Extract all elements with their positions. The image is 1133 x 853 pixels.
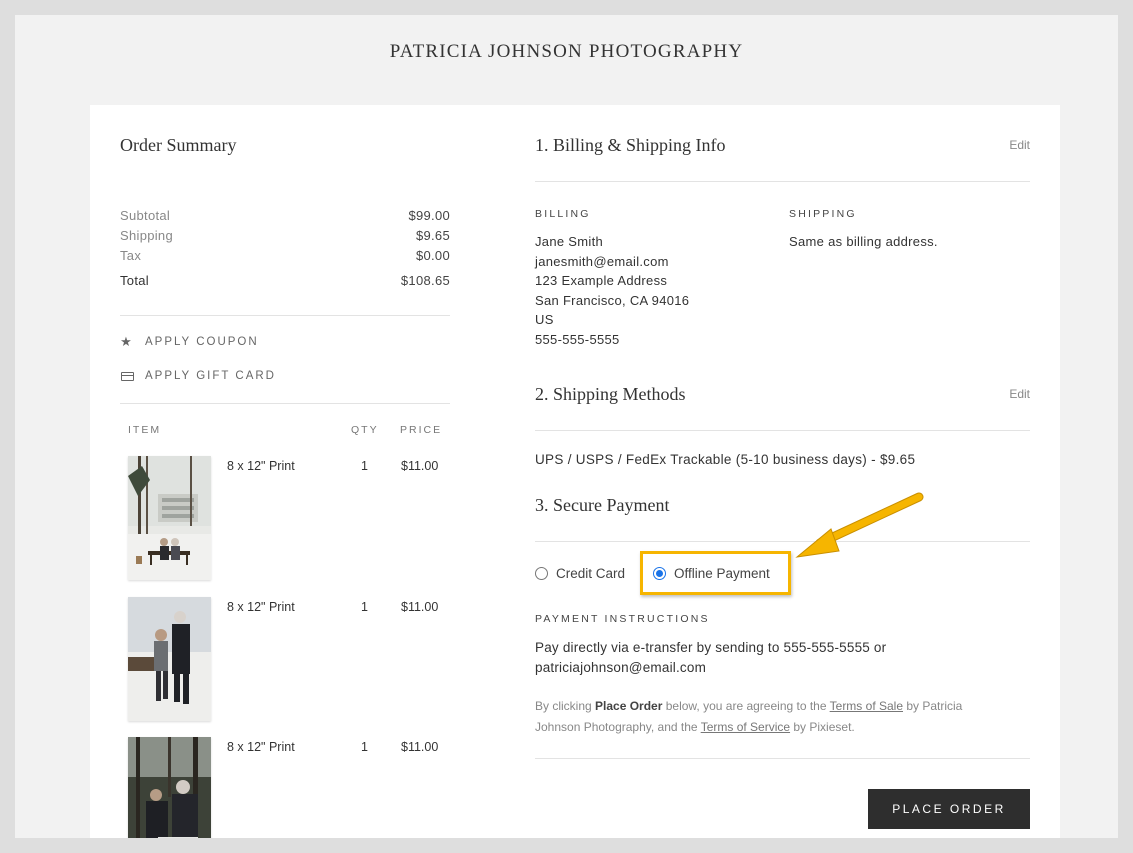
item-name: 8 x 12" Print xyxy=(227,740,295,754)
order-summary-title: Order Summary xyxy=(120,135,237,155)
shipping-row: Shipping $9.65 xyxy=(120,228,450,243)
tax-row: Tax $0.00 xyxy=(120,248,450,263)
item-price: $11.00 xyxy=(401,600,439,614)
item-qty: 1 xyxy=(361,600,368,614)
credit-card-label: Credit Card xyxy=(556,566,626,581)
brand-title: PATRICIA JOHNSON PHOTOGRAPHY xyxy=(389,41,744,62)
billing-edit-link[interactable]: Edit xyxy=(1009,138,1030,152)
item-header: ITEM xyxy=(128,424,162,436)
product-thumbnail xyxy=(128,456,211,580)
apply-coupon-button[interactable]: ★ APPLY COUPON xyxy=(120,334,259,349)
product-thumbnail xyxy=(128,737,211,838)
payment-section-title: 3. Secure Payment xyxy=(535,495,670,515)
credit-card-radio[interactable] xyxy=(535,567,548,580)
product-thumbnail xyxy=(128,597,211,721)
offline-payment-option[interactable]: Offline Payment xyxy=(653,566,770,581)
cart-item: 8 x 12" Print 1 $11.00 xyxy=(128,737,450,838)
apply-coupon-label: APPLY COUPON xyxy=(145,336,259,348)
subtotal-row: Subtotal $99.00 xyxy=(120,208,450,223)
terms-of-service-link[interactable]: Terms of Service xyxy=(701,720,790,734)
checkout-card: Order Summary Subtotal $99.00 Shipping $… xyxy=(90,105,1060,838)
annotation-arrow-icon xyxy=(795,492,924,558)
credit-card-icon xyxy=(120,369,134,383)
divider xyxy=(535,758,1030,759)
divider xyxy=(535,430,1030,431)
billing-section-title: 1. Billing & Shipping Info xyxy=(535,135,726,155)
cart-item: 8 x 12" Print 1 $11.00 xyxy=(128,456,450,582)
divider xyxy=(535,181,1030,182)
shipping-edit-link[interactable]: Edit xyxy=(1009,387,1030,401)
legal-text: below, you are agreeing to the xyxy=(662,699,830,713)
legal-text: by Pixieset. xyxy=(790,720,855,734)
payment-instructions-text: Pay directly via e-transfer by sending t… xyxy=(535,640,887,675)
credit-card-option[interactable]: Credit Card xyxy=(535,566,625,581)
shipping-label: Shipping xyxy=(120,228,173,243)
billing-country: US xyxy=(535,312,554,328)
shipping-label: SHIPPING xyxy=(789,208,857,220)
terms-of-sale-link[interactable]: Terms of Sale xyxy=(830,699,903,713)
billing-email: janesmith@email.com xyxy=(535,253,669,269)
item-qty: 1 xyxy=(361,740,368,754)
billing-city: San Francisco, CA 94016 xyxy=(535,292,690,308)
item-name: 8 x 12" Print xyxy=(227,459,295,473)
total-row: Total $108.65 xyxy=(120,273,450,288)
billing-address: Jane Smith janesmith@email.com 123 Examp… xyxy=(535,232,689,350)
divider xyxy=(120,403,450,404)
shipping-address: Same as billing address. xyxy=(789,234,938,249)
place-order-button[interactable]: PLACE ORDER xyxy=(868,789,1030,829)
legal-notice: By clicking Place Order below, you are a… xyxy=(535,696,1005,738)
item-name: 8 x 12" Print xyxy=(227,600,295,614)
apply-gift-card-button[interactable]: APPLY GIFT CARD xyxy=(120,369,276,383)
billing-phone: 555-555-5555 xyxy=(535,331,620,347)
item-price: $11.00 xyxy=(401,459,439,473)
star-icon: ★ xyxy=(120,334,134,349)
cart-item: 8 x 12" Print 1 $11.00 xyxy=(128,597,450,723)
item-price: $11.00 xyxy=(401,740,439,754)
billing-name: Jane Smith xyxy=(535,234,604,249)
shipping-methods-title: 2. Shipping Methods xyxy=(535,384,686,404)
apply-gift-card-label: APPLY GIFT CARD xyxy=(145,370,276,382)
divider xyxy=(535,541,1030,542)
legal-text: By clicking xyxy=(535,699,596,713)
shipping-method-text: UPS / USPS / FedEx Trackable (5-10 busin… xyxy=(535,452,916,467)
subtotal-label: Subtotal xyxy=(120,208,171,223)
subtotal-value: $99.00 xyxy=(408,208,450,223)
total-value: $108.65 xyxy=(400,273,450,288)
payment-instructions-label: PAYMENT INSTRUCTIONS xyxy=(535,613,710,625)
tax-value: $0.00 xyxy=(415,248,450,263)
offline-payment-radio[interactable] xyxy=(653,567,666,580)
divider xyxy=(120,315,450,316)
billing-street: 123 Example Address xyxy=(535,273,668,289)
checkout-page: PATRICIA JOHNSON PHOTOGRAPHY Order Summa… xyxy=(15,15,1118,838)
offline-payment-label: Offline Payment xyxy=(674,566,770,581)
total-label: Total xyxy=(120,273,149,288)
legal-bold: Place Order xyxy=(595,699,663,713)
price-header: PRICE xyxy=(400,424,443,436)
shipping-value: $9.65 xyxy=(415,228,450,243)
billing-label: BILLING xyxy=(535,208,591,220)
qty-header: QTY xyxy=(351,424,379,436)
item-qty: 1 xyxy=(361,459,368,473)
tax-label: Tax xyxy=(120,248,142,263)
